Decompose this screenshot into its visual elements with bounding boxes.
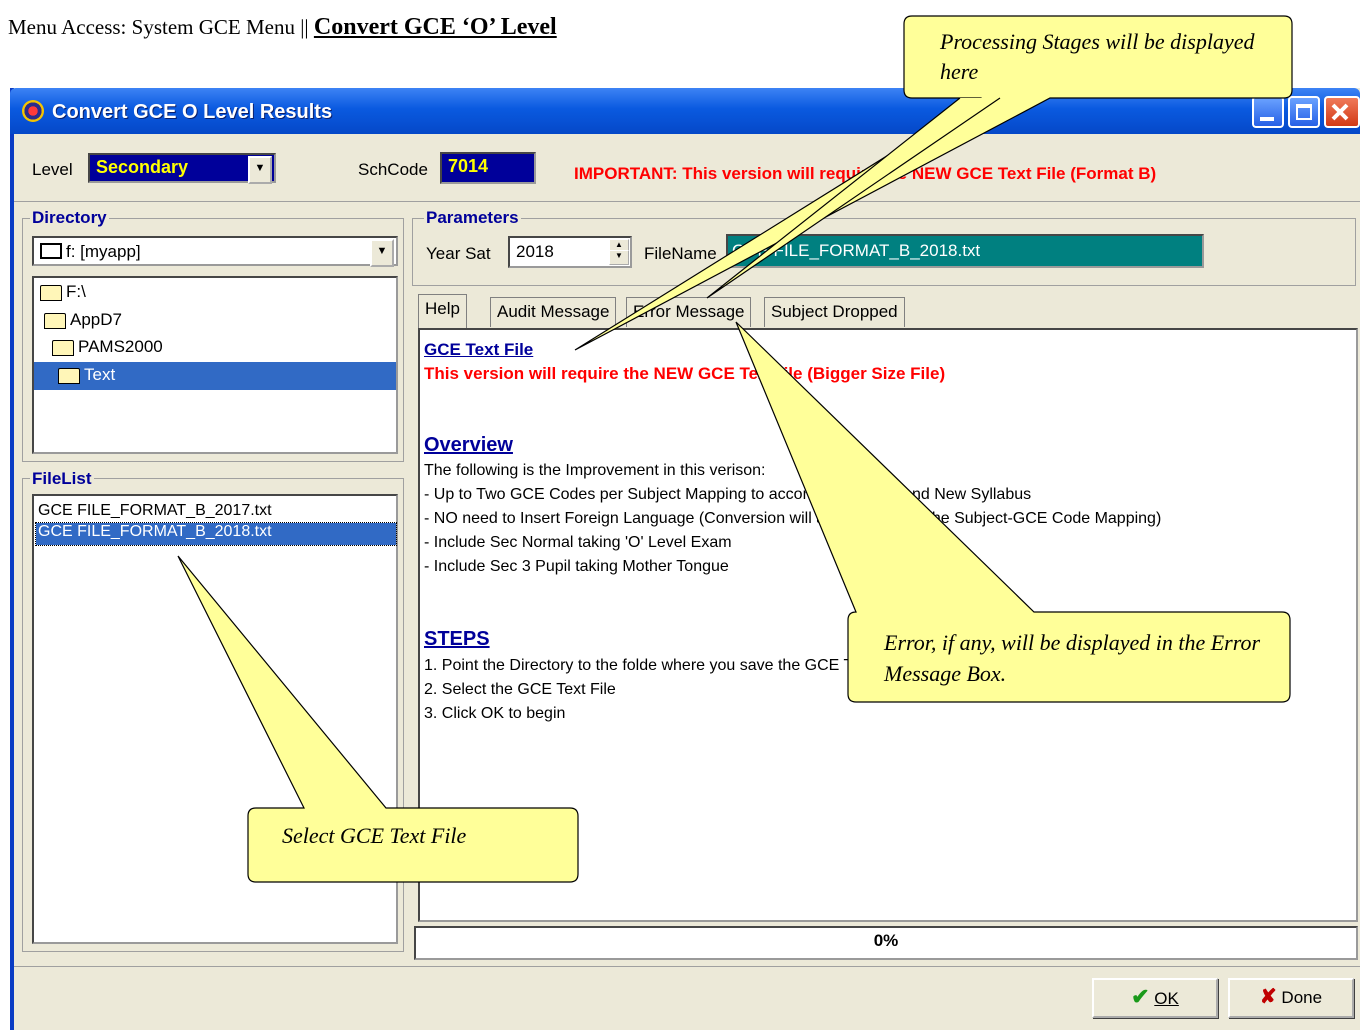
processing-callout-tail <box>706 97 1001 299</box>
processing-callout-text: Processing Stages will be displayed here <box>940 29 1255 84</box>
select-callout-text: Select GCE Text File <box>282 823 467 848</box>
error-callout-text: Error, if any, will be displayed in the … <box>884 630 1261 686</box>
callout-shapes <box>177 15 1293 883</box>
